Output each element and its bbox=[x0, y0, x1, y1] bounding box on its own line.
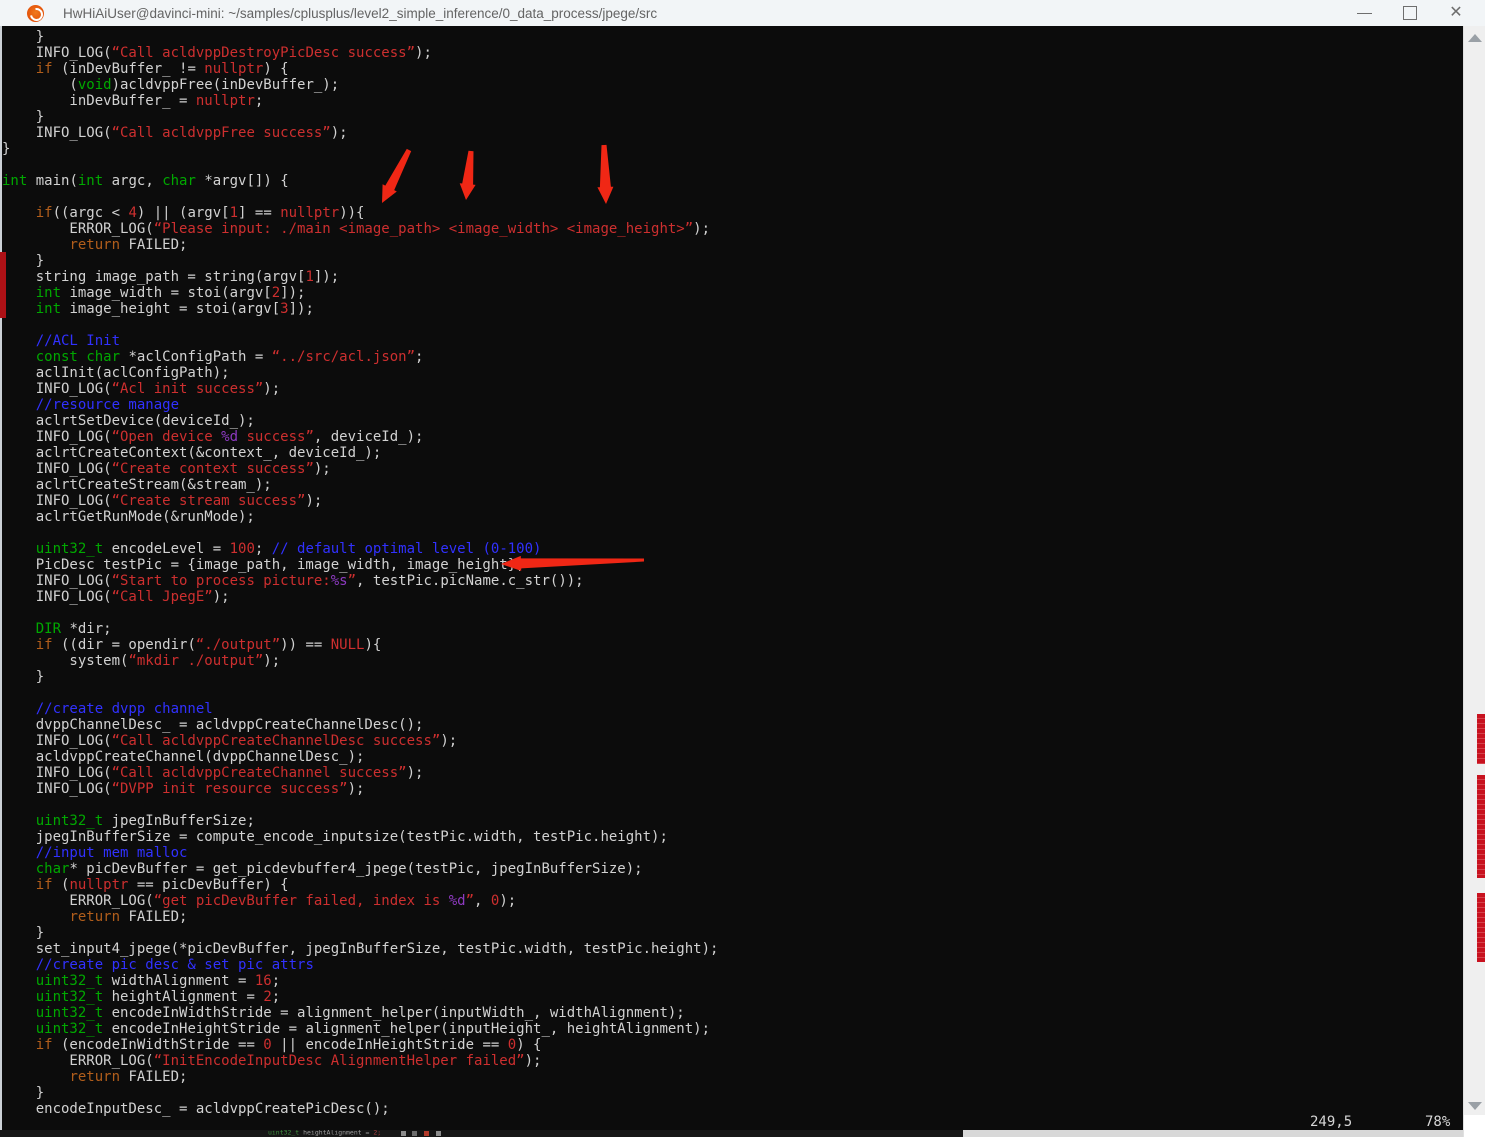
code-line: INFO_LOG(“Start to process picture:%s”, … bbox=[2, 573, 584, 589]
code-line: } bbox=[2, 109, 45, 125]
code-line: aclrtSetDevice(deviceId_); bbox=[2, 413, 255, 429]
background-window-edge bbox=[963, 1130, 1463, 1137]
code-line: //ACL Init bbox=[35, 333, 121, 349]
code-line: jpegInBufferSize = compute_encode_inputs… bbox=[2, 829, 668, 845]
code-line: INFO_LOG(“Create context success”); bbox=[2, 461, 331, 477]
code-line: aclrtCreateStream(&stream_); bbox=[2, 477, 272, 493]
code-line: char* picDevBuffer = get_picdevbuffer4_j… bbox=[35, 861, 643, 877]
titlebar: HwHiAiUser@davinci-mini: ~/samples/cplus… bbox=[0, 0, 1485, 26]
code-line: INFO_LOG(“Call JpegE”); bbox=[2, 589, 230, 605]
code-line: uint32_t encodeInWidthStride = alignment… bbox=[35, 1005, 685, 1021]
code-line: INFO_LOG(“Create stream success”); bbox=[2, 493, 323, 509]
code-line: } bbox=[2, 669, 45, 685]
code-line: system(“mkdir ./output”); bbox=[2, 653, 281, 669]
code-line: } bbox=[2, 925, 45, 941]
taskbar-icon bbox=[436, 1131, 441, 1136]
code-line: INFO_LOG(“Call acldvppDestroyPicDesc suc… bbox=[2, 45, 432, 61]
code-area: } INFO_LOG(“Call acldvppDestroyPicDesc s… bbox=[2, 29, 718, 1117]
code-line: const char *aclConfigPath = “../src/acl.… bbox=[35, 349, 424, 365]
code-line: inDevBuffer_ = nullptr; bbox=[2, 93, 264, 109]
right-window-sliver bbox=[1477, 893, 1485, 962]
code-line: INFO_LOG(“Call acldvppFree success”); bbox=[2, 125, 348, 141]
code-line: aclrtCreateContext(&context_, deviceId_)… bbox=[2, 445, 382, 461]
close-icon[interactable]: ✕ bbox=[1433, 0, 1479, 26]
terminal-screen[interactable]: } INFO_LOG(“Call acldvppDestroyPicDesc s… bbox=[0, 26, 1463, 1130]
code-line: if((argc < 4) || (argv[1] == nullptr)){ bbox=[35, 205, 365, 221]
window-title: HwHiAiUser@davinci-mini: ~/samples/cplus… bbox=[63, 5, 658, 21]
right-window-sliver bbox=[1477, 775, 1485, 878]
code-line: uint32_t encodeLevel = 100; // default o… bbox=[35, 541, 542, 557]
maximize-icon[interactable] bbox=[1387, 0, 1433, 26]
code-line: set_input4_jpege(*picDevBuffer, jpegInBu… bbox=[2, 941, 719, 957]
code-line: int image_width = stoi(argv[2]); bbox=[35, 285, 306, 301]
code-line: INFO_LOG(“Acl init success”); bbox=[2, 381, 281, 397]
scrollbar-corner bbox=[1464, 1115, 1485, 1137]
code-line: //create pic desc & set pic attrs bbox=[35, 957, 314, 973]
scroll-down-icon[interactable] bbox=[1468, 1102, 1482, 1110]
code-line: uint32_t widthAlignment = 16; bbox=[35, 973, 281, 989]
code-line: ERROR_LOG(“Please input: ./main <image_p… bbox=[2, 221, 711, 237]
code-line: return FAILED; bbox=[69, 1069, 188, 1085]
code-line: acldvppCreateChannel(dvppChannelDesc_); bbox=[2, 749, 365, 765]
code-line: PicDesc testPic = {image_path, image_wid… bbox=[2, 557, 525, 573]
sliver-code-text: uint32_t heightAlignment = 2; bbox=[268, 1130, 382, 1137]
code-line: uint32_t jpegInBufferSize; bbox=[35, 813, 255, 829]
code-line: string image_path = string(argv[1]); bbox=[2, 269, 340, 285]
code-line: if ((dir = opendir(“./output”)) == NULL)… bbox=[35, 637, 382, 653]
scroll-percent: 78% bbox=[1425, 1114, 1451, 1130]
code-line: int main(int argc, char *argv[]) { bbox=[2, 173, 289, 189]
bottom-window-sliver: uint32_t heightAlignment = 2; bbox=[0, 1130, 1463, 1137]
code-line: uint32_t encodeInHeightStride = alignmen… bbox=[35, 1021, 711, 1037]
code-line: INFO_LOG(“Call acldvppCreateChannelDesc … bbox=[2, 733, 458, 749]
app-icon bbox=[27, 4, 44, 22]
code-line: return FAILED; bbox=[69, 909, 188, 925]
minimize-icon[interactable] bbox=[1341, 0, 1387, 26]
code-line: dvppChannelDesc_ = acldvppCreateChannelD… bbox=[2, 717, 424, 733]
cursor-position: 249,5 bbox=[1310, 1114, 1353, 1130]
code-line: //resource manage bbox=[35, 397, 180, 413]
code-line: //input mem malloc bbox=[35, 845, 188, 861]
code-line: (void)acldvppFree(inDevBuffer_); bbox=[2, 77, 340, 93]
code-line: aclInit(aclConfigPath); bbox=[2, 365, 230, 381]
code-line: } bbox=[2, 1085, 45, 1101]
terminal-window: HwHiAiUser@davinci-mini: ~/samples/cplus… bbox=[0, 0, 1485, 1137]
code-line: } bbox=[2, 29, 45, 45]
code-line: } bbox=[2, 253, 45, 269]
taskbar-icon bbox=[412, 1131, 417, 1136]
code-line: int image_height = stoi(argv[3]); bbox=[35, 301, 314, 317]
right-window-sliver bbox=[1477, 714, 1485, 764]
code-line: if (encodeInWidthStride == 0 || encodeIn… bbox=[35, 1037, 542, 1053]
code-line: INFO_LOG(“Call acldvppCreateChannel succ… bbox=[2, 765, 424, 781]
scrollbar[interactable] bbox=[1463, 26, 1485, 1137]
code-line: return FAILED; bbox=[69, 237, 188, 253]
taskbar-icon bbox=[424, 1131, 429, 1136]
code-line: } bbox=[2, 141, 11, 157]
code-line: uint32_t heightAlignment = 2; bbox=[35, 989, 281, 1005]
code-line: if (nullptr == picDevBuffer) { bbox=[35, 877, 289, 893]
code-line: ERROR_LOG(“get picDevBuffer failed, inde… bbox=[2, 893, 517, 909]
code-line: //create dvpp channel bbox=[35, 701, 213, 717]
vim-statusline: “main.cpp” 343 lines --72%-- 249,5 78% bbox=[2, 1114, 1463, 1130]
taskbar-icon bbox=[401, 1131, 406, 1136]
window-controls: ✕ bbox=[1341, 0, 1485, 26]
scroll-up-icon[interactable] bbox=[1468, 34, 1482, 42]
code-line: if (inDevBuffer_ != nullptr) { bbox=[35, 61, 289, 77]
left-window-sliver bbox=[0, 252, 6, 318]
code-line: ERROR_LOG(“InitEncodeInputDesc Alignment… bbox=[2, 1053, 542, 1069]
code-line: aclrtGetRunMode(&runMode); bbox=[2, 509, 255, 525]
code-line: INFO_LOG(“DVPP init resource success”); bbox=[2, 781, 365, 797]
code-line: DIR *dir; bbox=[35, 621, 112, 637]
code-line: INFO_LOG(“Open device %d success”, devic… bbox=[2, 429, 424, 445]
